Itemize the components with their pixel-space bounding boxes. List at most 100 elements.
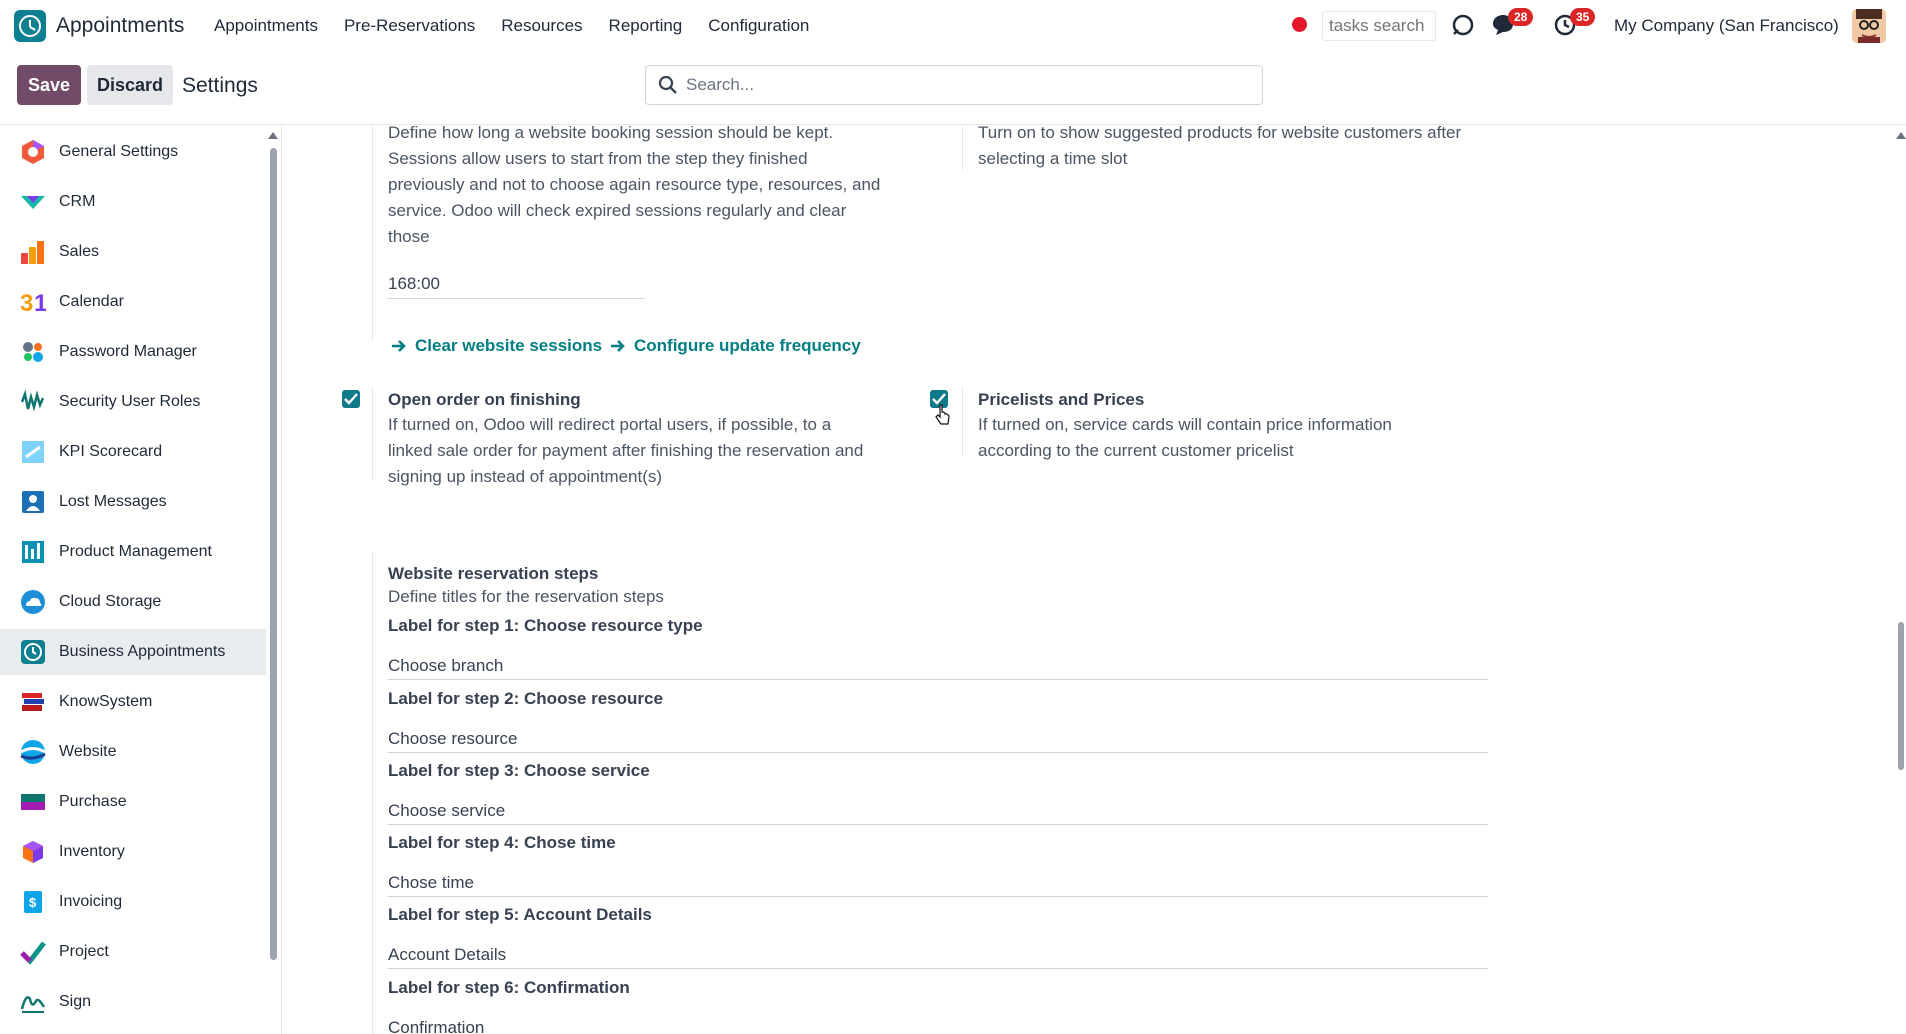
svg-text:$: $: [29, 895, 37, 910]
setting-border: [372, 126, 373, 342]
app-name[interactable]: Appointments: [56, 14, 184, 38]
pricelists-description: If turned on, service cards will contain…: [978, 415, 1392, 460]
appointments-app-icon[interactable]: [14, 10, 46, 42]
menu-reporting[interactable]: Reporting: [609, 16, 683, 36]
sidebar-item-website[interactable]: Website: [0, 729, 266, 775]
messages-icon[interactable]: 28: [1490, 8, 1534, 40]
mouse-cursor-icon: [935, 404, 950, 425]
sidebar-item-project[interactable]: Project: [0, 929, 266, 975]
sidebar-item-purchase[interactable]: Purchase: [0, 779, 266, 825]
step-4-input[interactable]: Chose time: [388, 873, 474, 893]
sidebar-item-product-management[interactable]: Product Management: [0, 529, 266, 575]
sidebar-item-sign[interactable]: Sign: [0, 979, 266, 1025]
content-scrollbar[interactable]: [1898, 622, 1904, 770]
sidebar-item-crm[interactable]: CRM: [0, 179, 266, 225]
field-underline: [388, 824, 1488, 825]
menu-resources[interactable]: Resources: [501, 16, 582, 36]
books-icon: [22, 693, 44, 711]
page-title: Settings: [182, 74, 258, 97]
step-3-label: Label for step 3: Choose service: [388, 761, 650, 780]
sidebar-item-security-user-roles[interactable]: Security User Roles: [0, 379, 266, 425]
session-description: Define how long a website booking sessio…: [388, 126, 881, 246]
sidebar-item-business-appointments[interactable]: Business Appointments: [0, 629, 266, 675]
sidebar-scroll-up[interactable]: [268, 132, 278, 139]
activities-clock-icon[interactable]: 35: [1552, 8, 1596, 40]
step-2-input[interactable]: Choose resource: [388, 729, 517, 749]
field-underline: [388, 752, 1488, 753]
setting-border: [372, 386, 373, 480]
invoicing-icon: $: [24, 891, 42, 913]
crm-icon: [21, 196, 45, 209]
step-6-label: Label for step 6: Confirmation: [388, 978, 630, 997]
menu-pre-reservations[interactable]: Pre-Reservations: [344, 16, 475, 36]
sidebar-item-invoicing[interactable]: $ Invoicing: [0, 879, 266, 925]
sidebar-item-password-manager[interactable]: Password Manager: [0, 329, 266, 375]
gear-hexagon-icon: [22, 140, 44, 164]
website-icon: [20, 740, 46, 764]
setting-border: [372, 552, 373, 1034]
svg-text:1: 1: [34, 290, 46, 315]
product-management-icon: [22, 541, 44, 563]
sidebar-item-lost-messages[interactable]: Lost Messages: [0, 479, 266, 525]
settings-content: Define how long a website booking sessio…: [283, 126, 1906, 1034]
search-input[interactable]: [686, 73, 1246, 97]
kpi-icon: [22, 441, 44, 463]
top-menu: Appointments Pre-Reservations Resources …: [214, 16, 835, 36]
user-avatar[interactable]: [1852, 9, 1886, 43]
lost-messages-icon: [22, 491, 44, 513]
tasks-search-input[interactable]: [1322, 11, 1436, 41]
step-2-label: Label for step 2: Choose resource: [388, 689, 663, 708]
content-scroll-up[interactable]: [1896, 132, 1906, 139]
company-switcher[interactable]: My Company (San Francisco): [1614, 16, 1839, 36]
control-panel: Save Discard Settings: [0, 53, 1906, 125]
reservation-steps-title: Website reservation steps: [388, 564, 599, 583]
step-6-input[interactable]: Confirmation: [388, 1018, 484, 1034]
recording-dot-icon[interactable]: [1292, 17, 1307, 32]
security-roles-icon: [20, 389, 45, 412]
suggested-products-description: Turn on to show suggested products for w…: [978, 126, 1462, 168]
menu-configuration[interactable]: Configuration: [708, 16, 809, 36]
sidebar-item-general-settings[interactable]: General Settings: [0, 129, 266, 175]
step-5-input[interactable]: Account Details: [388, 945, 506, 965]
arrow-right-icon: [392, 340, 406, 352]
field-underline: [388, 968, 1488, 969]
project-check-icon: [20, 941, 46, 965]
configure-update-frequency-link[interactable]: Configure update frequency: [610, 336, 861, 356]
step-3-input[interactable]: Choose service: [388, 801, 505, 821]
clear-website-sessions-link[interactable]: Clear website sessions: [391, 336, 602, 356]
appointments-clock-icon: [21, 640, 45, 664]
session-duration-field[interactable]: 168:00: [388, 274, 440, 294]
step-4-label: Label for step 4: Chose time: [388, 833, 616, 852]
setting-border: [962, 126, 963, 170]
sidebar-item-kpi-scorecard[interactable]: KPI Scorecard: [0, 429, 266, 475]
password-icon: [23, 342, 43, 362]
menu-appointments[interactable]: Appointments: [214, 16, 318, 36]
pricelists-title: Pricelists and Prices: [978, 390, 1145, 409]
open-order-checkbox[interactable]: [342, 390, 360, 408]
settings-sidebar: General Settings CRM Sales 31 Calendar P…: [0, 126, 282, 1034]
activities-badge: 35: [1570, 8, 1596, 26]
step-1-input[interactable]: Choose branch: [388, 656, 503, 676]
sidebar-scrollbar[interactable]: [270, 148, 277, 960]
sidebar-item-cloud-storage[interactable]: Cloud Storage: [0, 579, 266, 625]
save-button[interactable]: Save: [17, 65, 81, 105]
sales-chart-icon: [21, 241, 44, 264]
sidebar-item-calendar[interactable]: 31 Calendar: [0, 279, 266, 325]
settings-search[interactable]: [645, 65, 1263, 105]
calendar-icon: 31: [20, 290, 46, 315]
sidebar-item-inventory[interactable]: Inventory: [0, 829, 266, 875]
messages-badge: 28: [1508, 8, 1534, 26]
sidebar-item-sales[interactable]: Sales: [0, 229, 266, 275]
discard-button[interactable]: Discard: [87, 65, 173, 105]
setting-border: [962, 386, 963, 456]
open-order-title: Open order on finishing: [388, 390, 581, 409]
step-1-label: Label for step 1: Choose resource type: [388, 616, 703, 635]
inventory-box-icon: [23, 841, 43, 863]
sidebar-item-knowsystem[interactable]: KnowSystem: [0, 679, 266, 725]
arrow-right-icon: [611, 340, 625, 352]
top-navbar: Appointments Appointments Pre-Reservatio…: [0, 0, 1906, 53]
refresh-circle-icon[interactable]: [1450, 12, 1478, 40]
purchase-icon: [21, 794, 45, 810]
search-icon: [658, 75, 678, 100]
sign-icon: [20, 996, 46, 1013]
